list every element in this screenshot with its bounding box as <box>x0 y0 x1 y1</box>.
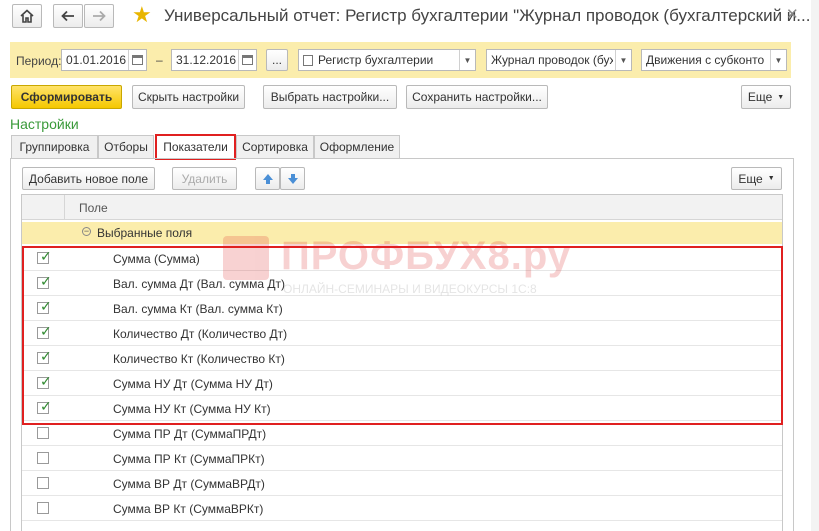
add-field-button[interactable]: Добавить новое поле <box>22 167 155 190</box>
chevron-down-icon[interactable]: ▼ <box>615 50 631 70</box>
table-row[interactable]: ✓ Сумма (Сумма) <box>22 246 782 271</box>
checkbox[interactable] <box>37 427 49 439</box>
table-row[interactable]: ✓ Сумма НУ Дт (Сумма НУ Дт) <box>22 371 782 396</box>
table-row[interactable]: Сумма ВР Кт (СуммаВРКт) <box>22 496 782 521</box>
home-button[interactable] <box>12 4 42 28</box>
forward-button[interactable] <box>84 4 114 28</box>
generate-button[interactable]: Сформировать <box>11 85 122 109</box>
checkbox[interactable] <box>37 502 49 514</box>
window-scrollbar[interactable] <box>811 0 819 531</box>
tab-appearance[interactable]: Оформление <box>314 135 400 158</box>
row-label: Сумма НУ Дт (Сумма НУ Дт) <box>113 377 273 391</box>
group-label: Выбранные поля <box>97 226 193 240</box>
fields-more-button[interactable]: Еще ▼ <box>731 167 782 190</box>
settings-title: Настройки <box>10 116 79 132</box>
checkbox[interactable]: ✓ <box>37 273 52 289</box>
date-from-value: 01.01.2016 <box>66 53 127 67</box>
back-button[interactable] <box>53 4 83 28</box>
row-label: Сумма НУ Кт (Сумма НУ Кт) <box>113 402 271 416</box>
arrow-down-icon <box>287 173 298 184</box>
row-label: Вал. сумма Кт (Вал. сумма Кт) <box>113 302 283 316</box>
window-title: Универсальный отчет: Регистр бухгалтерии… <box>164 6 811 25</box>
checkmark-icon: ✓ <box>40 323 52 339</box>
tab-grouping[interactable]: Группировка <box>11 135 98 158</box>
tab-indicators[interactable]: Показатели <box>155 134 236 160</box>
arrow-left-icon <box>61 10 74 22</box>
checkbox[interactable]: ✓ <box>37 373 52 389</box>
chevron-down-icon: ▼ <box>777 93 785 101</box>
checkmark-icon: ✓ <box>40 348 52 364</box>
checkmark-icon: ✓ <box>40 273 52 289</box>
table-row[interactable]: ✓ Вал. сумма Кт (Вал. сумма Кт) <box>22 296 782 321</box>
save-settings-button[interactable]: Сохранить настройки... <box>406 85 548 109</box>
column-divider <box>64 195 65 219</box>
move-down-button[interactable] <box>280 167 305 190</box>
register-name-select[interactable]: Журнал проводок (бухгалтерский и налогов… <box>486 49 632 71</box>
star-icon[interactable]: ★ <box>132 4 152 26</box>
row-label: Сумма (Сумма) <box>113 252 200 266</box>
home-icon <box>20 9 34 23</box>
checkbox[interactable]: ✓ <box>37 398 52 414</box>
mode-select[interactable]: Движения с субконто ▼ <box>641 49 787 71</box>
checkmark-icon: ✓ <box>40 298 52 314</box>
fields-more-label: Еще <box>738 171 763 186</box>
hide-settings-button[interactable]: Скрыть настройки <box>132 85 245 109</box>
row-label: Количество Дт (Количество Дт) <box>113 327 288 341</box>
date-to-field[interactable]: 31.12.2016 <box>171 49 257 71</box>
table-row[interactable]: ✓ Количество Дт (Количество Дт) <box>22 321 782 346</box>
choose-settings-button[interactable]: Выбрать настройки... <box>263 85 397 109</box>
row-label: Сумма ПР Дт (СуммаПРДт) <box>113 427 267 441</box>
checkmark-icon: ✓ <box>40 398 52 414</box>
period-dash: – <box>156 53 163 67</box>
arrow-right-icon <box>93 10 106 22</box>
more-button[interactable]: Еще ▼ <box>741 85 791 109</box>
row-label: Количество Кт (Количество Кт) <box>113 352 285 366</box>
row-label: Сумма ПР Кт (СуммаПРКт) <box>113 452 265 466</box>
collapse-icon[interactable]: − <box>82 227 91 236</box>
table-row[interactable]: Сумма ПР Кт (СуммаПРКт) <box>22 446 782 471</box>
register-name-value: Журнал проводок (бухгалтерский и налогов… <box>491 53 613 67</box>
chevron-down-icon[interactable]: ▼ <box>459 50 475 70</box>
period-label: Период: <box>16 54 62 68</box>
tab-filters[interactable]: Отборы <box>98 135 154 158</box>
checkbox[interactable]: ✓ <box>37 348 52 364</box>
mode-value: Движения с субконто <box>646 53 765 67</box>
row-label: Сумма ВР Дт (СуммаВРДт) <box>113 477 265 491</box>
checkbox[interactable] <box>37 477 49 489</box>
table-row[interactable]: ✓ Количество Кт (Количество Кт) <box>22 346 782 371</box>
column-header-field[interactable]: Поле <box>79 201 108 215</box>
checkbox[interactable] <box>37 452 49 464</box>
register-type-icon <box>303 54 313 66</box>
checkbox[interactable]: ✓ <box>37 323 52 339</box>
delete-button[interactable]: Удалить <box>172 167 237 190</box>
register-type-select[interactable]: Регистр бухгалтерии ▼ <box>298 49 476 71</box>
fields-table: Поле − Выбранные поля ✓ Сумма (Сумма) ✓ Вал… <box>21 194 783 531</box>
arrow-up-icon <box>262 173 273 184</box>
table-row[interactable]: ✓ Сумма НУ Кт (Сумма НУ Кт) <box>22 396 782 421</box>
table-row[interactable]: Сумма ВР Дт (СуммаВРДт) <box>22 471 782 496</box>
row-label: Сумма ВР Кт (СуммаВРКт) <box>113 502 264 516</box>
table-header: Поле <box>22 195 782 220</box>
close-icon[interactable]: ✕ <box>786 5 799 23</box>
move-up-button[interactable] <box>255 167 280 190</box>
table-row[interactable]: ✓ Вал. сумма Дт (Вал. сумма Дт) <box>22 271 782 296</box>
checkbox[interactable]: ✓ <box>37 298 52 314</box>
chevron-down-icon[interactable]: ▼ <box>770 50 786 70</box>
checkbox[interactable]: ✓ <box>37 248 52 264</box>
calendar-icon[interactable] <box>128 50 146 70</box>
table-row[interactable]: Сумма ПР Дт (СуммаПРДт) <box>22 421 782 446</box>
more-label: Еще <box>747 90 773 104</box>
date-from-field[interactable]: 01.01.2016 <box>61 49 147 71</box>
row-label: Вал. сумма Дт (Вал. сумма Дт) <box>113 277 286 291</box>
period-select-button[interactable]: ... <box>266 49 288 71</box>
date-to-value: 31.12.2016 <box>176 53 237 67</box>
chevron-down-icon: ▼ <box>767 175 775 182</box>
checkmark-icon: ✓ <box>40 248 52 264</box>
checkmark-icon: ✓ <box>40 373 52 389</box>
register-type-value: Регистр бухгалтерии <box>318 53 434 67</box>
tab-sorting[interactable]: Сортировка <box>236 135 314 158</box>
group-row-selected-fields[interactable]: − Выбранные поля <box>22 222 782 244</box>
calendar-icon[interactable] <box>238 50 256 70</box>
